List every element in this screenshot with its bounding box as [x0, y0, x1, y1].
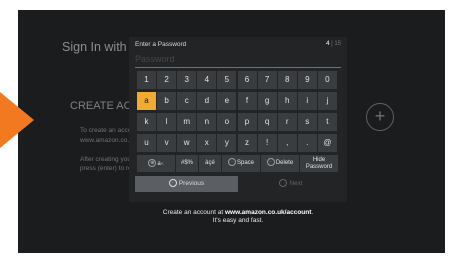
key-x[interactable]: x — [197, 134, 217, 152]
key-h[interactable]: h — [277, 92, 297, 110]
character-counter: 4 | 15 — [326, 41, 341, 47]
key-,[interactable]: , — [277, 134, 297, 152]
account-url: www.amazon.co.uk/account — [224, 209, 312, 216]
key-o[interactable]: o — [217, 113, 237, 131]
input-underline — [135, 67, 341, 68]
key-c[interactable]: c — [177, 92, 197, 110]
key-![interactable]: ! — [257, 134, 277, 152]
footer-line-1: Create an account at www.amazon.co.uk/ac… — [162, 209, 314, 216]
key-g[interactable]: g — [257, 92, 277, 110]
password-input[interactable]: Password — [135, 53, 341, 68]
key-n[interactable]: n — [197, 113, 217, 131]
key-8[interactable]: 8 — [277, 71, 297, 89]
key-.[interactable]: . — [297, 134, 317, 152]
key-e[interactable]: e — [217, 92, 237, 110]
key-l[interactable]: l — [157, 113, 177, 131]
key-f[interactable]: f — [237, 92, 257, 110]
key-q[interactable]: q — [257, 113, 277, 131]
key-2[interactable]: 2 — [157, 71, 177, 89]
key-r[interactable]: r — [277, 113, 297, 131]
key-6[interactable]: 6 — [237, 71, 257, 89]
hide-password-key[interactable]: Hide Password — [300, 155, 338, 172]
key-k[interactable]: k — [137, 113, 156, 131]
key-i[interactable]: i — [297, 92, 317, 110]
key-1[interactable]: 1 — [137, 71, 156, 89]
button-icon: ⊕ — [148, 159, 157, 168]
key-m[interactable]: m — [177, 113, 197, 131]
key-5[interactable]: 5 — [217, 71, 237, 89]
delete-key[interactable]: · Delete — [261, 155, 299, 172]
dialog-label: Enter a Password — [135, 41, 187, 48]
plus-icon: + — [366, 103, 394, 131]
symbols-key[interactable]: #$% — [176, 155, 198, 172]
key-t[interactable]: t — [317, 113, 337, 131]
button-icon: · — [168, 179, 177, 188]
key-j[interactable]: j — [317, 92, 337, 110]
button-icon: · — [227, 158, 236, 167]
key-7[interactable]: 7 — [257, 71, 277, 89]
orange-arrow-icon — [0, 92, 34, 148]
button-icon: · — [279, 179, 288, 188]
key-z[interactable]: z — [237, 134, 257, 152]
previous-button[interactable]: · Previous — [135, 176, 238, 192]
key-w[interactable]: w — [177, 134, 197, 152]
key-4[interactable]: 4 — [197, 71, 217, 89]
next-button[interactable]: · Next — [239, 176, 343, 192]
key-3[interactable]: 3 — [177, 71, 197, 89]
key-b[interactable]: b — [157, 92, 177, 110]
key-9[interactable]: 9 — [297, 71, 317, 89]
space-key[interactable]: · Space — [222, 155, 260, 172]
key-p[interactable]: p — [237, 113, 257, 131]
key-y[interactable]: y — [217, 134, 237, 152]
key-d[interactable]: d — [197, 92, 217, 110]
key-v[interactable]: v — [157, 134, 177, 152]
password-dialog: Enter a Password 4 | 15 Password 1234567… — [129, 37, 347, 202]
key-s[interactable]: s — [297, 113, 317, 131]
key-u[interactable]: u — [137, 134, 156, 152]
key-@[interactable]: @ — [317, 134, 337, 152]
password-placeholder: Password — [135, 54, 175, 64]
footer-line-2: It's easy and fast. — [212, 217, 264, 224]
key-a[interactable]: a — [137, 92, 156, 110]
accents-key[interactable]: àçé — [199, 155, 221, 172]
case-toggle-key[interactable]: ⊕ aA — [137, 155, 175, 172]
key-0[interactable]: 0 — [317, 71, 337, 89]
dialog-header: Enter a Password 4 | 15 — [135, 41, 341, 51]
button-icon: · — [266, 158, 275, 167]
